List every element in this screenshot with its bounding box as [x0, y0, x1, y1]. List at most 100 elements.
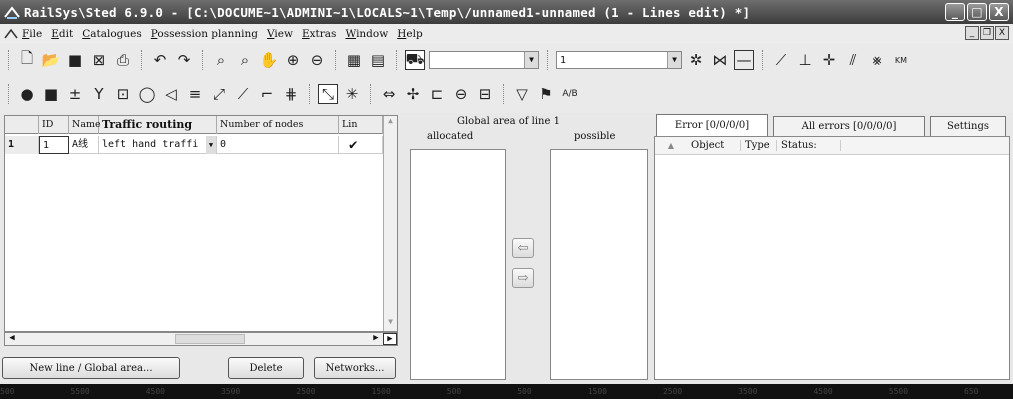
node-down-icon[interactable]: ⊥: [795, 50, 815, 70]
redo-icon[interactable]: ↷: [174, 50, 194, 70]
wand-icon[interactable]: ⤢: [209, 84, 229, 104]
tab-settings[interactable]: Settings: [930, 116, 1006, 136]
column-header-object[interactable]: Object: [687, 140, 741, 151]
column-header-id[interactable]: ID: [39, 116, 69, 134]
cell-name[interactable]: A线: [69, 135, 99, 154]
open-folder-icon[interactable]: 📂: [41, 50, 61, 70]
balise-icon[interactable]: ■: [41, 84, 61, 104]
platform-icon[interactable]: ≡: [185, 84, 205, 104]
tab-all-errors[interactable]: All errors [0/0/0/0]: [773, 116, 925, 136]
move-right-button[interactable]: ⇨: [512, 268, 534, 288]
train-icon[interactable]: ⛟: [405, 50, 425, 70]
track-segment-icon[interactable]: —: [734, 50, 754, 70]
table-view-icon[interactable]: ▤: [368, 50, 388, 70]
menu-extras[interactable]: Extras: [302, 28, 336, 40]
scroll-down-icon[interactable]: ▼: [384, 317, 397, 331]
section-icon[interactable]: ⊖: [451, 84, 471, 104]
flag-icon[interactable]: ⚑: [536, 84, 556, 104]
speaker-icon[interactable]: ◁: [161, 84, 181, 104]
menu-file[interactable]: File: [22, 28, 42, 40]
pan-hand-icon[interactable]: ✋: [259, 50, 279, 70]
junction-icon[interactable]: ⋕: [281, 84, 301, 104]
maximize-button[interactable]: □: [967, 3, 987, 21]
layer-select[interactable]: ▼: [429, 51, 539, 69]
mdi-close-button[interactable]: X: [995, 26, 1009, 40]
zoom-icon[interactable]: ⌕: [211, 50, 231, 70]
detector-icon[interactable]: ⊡: [113, 84, 133, 104]
station-icon[interactable]: ⊟: [475, 84, 495, 104]
minimize-button[interactable]: _: [945, 3, 965, 21]
signal-icon[interactable]: ●: [17, 84, 37, 104]
column-header-traffic-routing[interactable]: Traffic routing: [99, 116, 217, 134]
new-file-icon[interactable]: 🗋: [17, 49, 37, 70]
buffer-stop-icon[interactable]: ±: [65, 84, 85, 104]
line-edit-icon[interactable]: ⤡: [318, 84, 338, 104]
undo-icon[interactable]: ↶: [150, 50, 170, 70]
possible-list[interactable]: [550, 149, 648, 380]
networks-button[interactable]: Networks...: [314, 357, 396, 379]
menu-view[interactable]: View: [267, 28, 293, 40]
sign-post-icon[interactable]: Y: [89, 84, 109, 104]
scroll-left-icon[interactable]: ◀: [5, 333, 19, 345]
km-marker-icon[interactable]: KM: [891, 50, 911, 70]
crossing-icon[interactable]: ⨳: [867, 50, 887, 70]
column-header-type[interactable]: Type: [741, 140, 777, 151]
switch-icon[interactable]: ⫽: [843, 50, 863, 70]
save-icon[interactable]: ■: [65, 50, 85, 70]
scroll-right-icon[interactable]: ▶: [369, 333, 383, 345]
track-connect-icon[interactable]: ⋈: [710, 50, 730, 70]
scroll-up-icon[interactable]: ▲: [384, 116, 397, 130]
chevron-down-icon[interactable]: ▼: [667, 52, 681, 68]
column-header-name[interactable]: Name: [69, 116, 101, 134]
chevron-down-icon[interactable]: ▼: [206, 135, 216, 154]
print-icon[interactable]: ⎙: [113, 50, 133, 70]
table-row[interactable]: 1 1 A线 left hand traffi ▼ 0 ✔: [5, 135, 397, 154]
column-header-number-of-nodes[interactable]: Number of nodes: [217, 116, 339, 134]
route-icon[interactable]: ⇔: [379, 84, 399, 104]
menu-catalogues[interactable]: Catalogues: [82, 28, 142, 40]
document-icon: [4, 28, 18, 39]
grid-view-icon[interactable]: ▦: [344, 50, 364, 70]
new-line-button[interactable]: New line / Global area...: [2, 357, 180, 379]
cell-id[interactable]: 1: [39, 135, 69, 154]
tab-error[interactable]: Error [0/0/0/0]: [656, 114, 768, 136]
line-select[interactable]: 1 ▼: [556, 51, 682, 69]
ab-label-icon[interactable]: A/B: [560, 84, 580, 104]
menu-window[interactable]: Window: [345, 28, 388, 40]
zoom-in-icon[interactable]: ⊕: [283, 50, 303, 70]
bracket-icon[interactable]: ⊏: [427, 84, 447, 104]
ruler-tick: 650: [964, 387, 979, 396]
curve-icon[interactable]: ⌐: [257, 84, 277, 104]
filter-icon[interactable]: ▽: [512, 84, 532, 104]
move-left-button[interactable]: ⇦: [512, 238, 534, 258]
column-header-line[interactable]: Lin: [339, 116, 383, 134]
menu-possession-planning[interactable]: Possession planning: [151, 28, 258, 40]
mdi-minimize-button[interactable]: _: [965, 26, 979, 40]
close-document-icon[interactable]: ⊠: [89, 50, 109, 70]
slope-icon[interactable]: ⟋: [233, 84, 253, 104]
column-header-status[interactable]: Status:: [777, 140, 841, 151]
delete-button[interactable]: Delete: [228, 357, 304, 379]
gear-cross-icon[interactable]: ✲: [686, 50, 706, 70]
star-icon[interactable]: ✳: [342, 84, 362, 104]
zoom-out-icon[interactable]: ⊖: [307, 50, 327, 70]
scroll-thumb[interactable]: [175, 334, 245, 344]
vertical-scrollbar[interactable]: ▲ ▼: [383, 116, 397, 331]
horizontal-scrollbar[interactable]: ◀ ▶ ▶: [4, 332, 398, 346]
mdi-restore-button[interactable]: ❐: [980, 26, 994, 40]
cell-traffic-routing[interactable]: left hand traffi ▼: [99, 135, 217, 154]
scroll-end-icon[interactable]: ▶: [383, 333, 397, 345]
diagonal-line-icon[interactable]: ⟋: [771, 50, 791, 70]
chevron-down-icon[interactable]: ▼: [524, 52, 538, 68]
allocated-list[interactable]: [410, 149, 506, 380]
menu-help[interactable]: Help: [397, 28, 422, 40]
loop-icon[interactable]: ◯: [137, 84, 157, 104]
sort-arrow-icon[interactable]: ▲: [655, 141, 687, 150]
zoom-area-icon[interactable]: ⌕: [235, 50, 255, 70]
checkmark-icon[interactable]: ✔: [339, 135, 383, 154]
cell-number-of-nodes[interactable]: 0: [217, 135, 339, 154]
node-cross-icon[interactable]: ✛: [819, 50, 839, 70]
menu-edit[interactable]: Edit: [51, 28, 73, 40]
node-icon[interactable]: ✢: [403, 84, 423, 104]
close-button[interactable]: X: [989, 3, 1009, 21]
